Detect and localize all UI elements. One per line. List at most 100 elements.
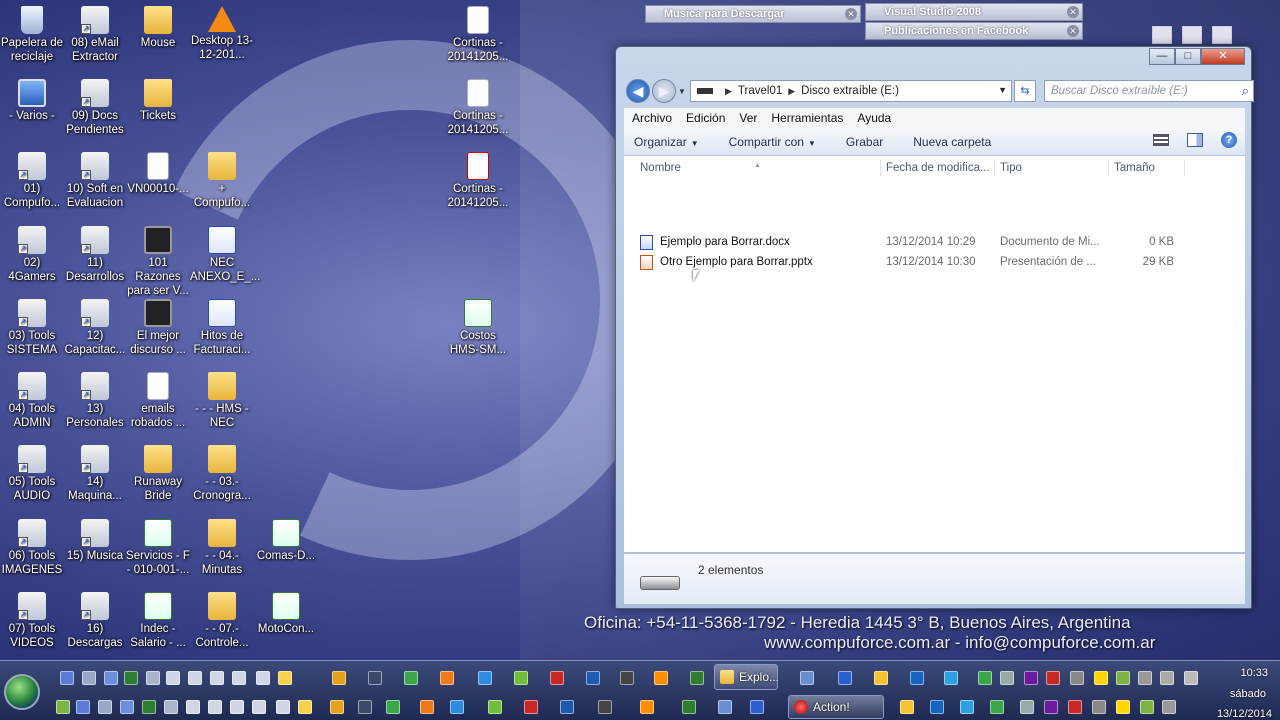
- close-button[interactable]: ✕: [1201, 48, 1245, 65]
- desktop-icon[interactable]: El mejor discurso ...: [126, 299, 190, 357]
- column-divider[interactable]: [1108, 160, 1109, 176]
- desktop-icon[interactable]: - - 03.- Cronogra...: [190, 445, 254, 503]
- pinned-app-icon[interactable]: [930, 700, 944, 714]
- pinned-app-icon[interactable]: [990, 700, 1004, 714]
- tray-app-icon[interactable]: [1094, 671, 1108, 685]
- pinned-app-icon[interactable]: [478, 671, 492, 685]
- pinned-app-icon[interactable]: [450, 700, 464, 714]
- pinned-app-icon[interactable]: [208, 700, 222, 714]
- menu-herramientas[interactable]: Herramientas: [771, 111, 843, 125]
- pinned-app-icon[interactable]: [76, 700, 90, 714]
- desktop-icon[interactable]: - Varios -: [0, 79, 64, 123]
- desktop-icon[interactable]: - - 07.- Controle...: [190, 592, 254, 650]
- pinned-app-icon[interactable]: [368, 671, 382, 685]
- minimize-button[interactable]: —: [1149, 48, 1175, 65]
- pinned-app-icon[interactable]: [560, 700, 574, 714]
- file-list[interactable]: ▲ Nombre Fecha de modifica... Tipo Tamañ…: [624, 156, 1245, 552]
- desktop-icon[interactable]: ↗ 15) Musica: [63, 519, 127, 563]
- view-options-icon[interactable]: [1153, 134, 1169, 146]
- pinned-app-icon[interactable]: [1140, 700, 1154, 714]
- pinned-app-icon[interactable]: [188, 671, 202, 685]
- help-icon[interactable]: ?: [1221, 132, 1237, 148]
- menu-ver[interactable]: Ver: [739, 111, 757, 125]
- forward-button[interactable]: ▶: [652, 79, 676, 103]
- pinned-app-icon[interactable]: [718, 700, 732, 714]
- tray-app-icon[interactable]: [944, 671, 958, 685]
- column-divider[interactable]: [994, 160, 995, 176]
- new-folder-button[interactable]: Nueva carpeta: [913, 135, 991, 149]
- tray-app-icon[interactable]: [1024, 671, 1038, 685]
- column-divider[interactable]: [880, 160, 881, 176]
- desktop-icon[interactable]: Tickets: [126, 79, 190, 123]
- desktop-icon[interactable]: ↗ 08) eMail Extractor: [63, 6, 127, 64]
- desktop-icon[interactable]: - - 04.- Minutas: [190, 519, 254, 577]
- desktop-icon[interactable]: Cortinas - 20141205...: [446, 6, 510, 64]
- desktop-icon[interactable]: ↗ 01) Compufo...: [0, 152, 64, 210]
- desktop-icon[interactable]: Indec - Salario - ...: [126, 592, 190, 650]
- tray-app-icon[interactable]: [1184, 671, 1198, 685]
- pinned-app-icon[interactable]: [640, 700, 654, 714]
- pinned-app-icon[interactable]: [1116, 700, 1130, 714]
- clock-time[interactable]: 10:33: [1240, 667, 1268, 679]
- pinned-app-icon[interactable]: [232, 671, 246, 685]
- tray-app-icon[interactable]: [978, 671, 992, 685]
- pinned-app-icon[interactable]: [142, 700, 156, 714]
- pinned-app-icon[interactable]: [420, 700, 434, 714]
- pinned-app-icon[interactable]: [256, 671, 270, 685]
- pinned-app-icon[interactable]: [1068, 700, 1082, 714]
- pinned-app-icon[interactable]: [1020, 700, 1034, 714]
- pinned-app-icon[interactable]: [276, 700, 290, 714]
- pinned-app-icon[interactable]: [278, 671, 292, 685]
- desktop-icon[interactable]: Desktop 13-12-201...: [190, 6, 254, 62]
- close-icon[interactable]: ✕: [845, 8, 857, 20]
- desktop-icon[interactable]: ↗ 02) 4Gamers: [0, 226, 64, 284]
- column-date[interactable]: Fecha de modifica...: [886, 162, 990, 174]
- desktop-icon[interactable]: ↗ 09) Docs Pendientes: [63, 79, 127, 137]
- pinned-app-icon[interactable]: [960, 700, 974, 714]
- tray-app-icon[interactable]: [838, 671, 852, 685]
- pinned-app-icon[interactable]: [514, 671, 528, 685]
- desktop-icon[interactable]: Costos HMS-SM...: [446, 299, 510, 357]
- desktop-icon[interactable]: NEC ANEXO_E_...: [190, 226, 260, 284]
- desktop-icon[interactable]: emails robados ...: [126, 372, 190, 430]
- tray-app-icon[interactable]: [800, 671, 814, 685]
- tray-app-icon[interactable]: [874, 671, 888, 685]
- desktop-icon[interactable]: ↗ 03) Tools SISTEMA: [0, 299, 64, 357]
- pinned-app-icon[interactable]: [682, 700, 696, 714]
- refresh-button[interactable]: ⇆: [1014, 80, 1036, 102]
- pinned-app-icon[interactable]: [120, 700, 134, 714]
- tray-app-icon[interactable]: [1070, 671, 1084, 685]
- pinned-app-icon[interactable]: [900, 700, 914, 714]
- desktop-icon[interactable]: MotoCon...: [254, 592, 318, 636]
- start-button[interactable]: [4, 674, 40, 710]
- tray-app-icon[interactable]: [1138, 671, 1152, 685]
- pinned-app-icon[interactable]: [164, 700, 178, 714]
- desktop-icon[interactable]: ↗ 06) Tools IMAGENES: [0, 519, 64, 577]
- taskbar-action-button[interactable]: Action!: [788, 695, 884, 719]
- tray-app-icon[interactable]: [910, 671, 924, 685]
- menu-ayuda[interactable]: Ayuda: [857, 111, 891, 125]
- close-icon[interactable]: ✕: [1067, 25, 1079, 37]
- browser-tab-visual-studio[interactable]: Visual Studio 2008 ✕: [865, 3, 1083, 21]
- pinned-app-icon[interactable]: [524, 700, 538, 714]
- pinned-app-icon[interactable]: [358, 700, 372, 714]
- file-row[interactable]: Ejemplo para Borrar.docx 13/12/2014 10:2…: [624, 233, 1245, 253]
- pinned-app-icon[interactable]: [598, 700, 612, 714]
- pinned-app-icon[interactable]: [230, 700, 244, 714]
- preview-pane-icon[interactable]: [1187, 133, 1203, 147]
- column-size[interactable]: Tamaño: [1114, 162, 1155, 174]
- menu-edicion[interactable]: Edición: [686, 111, 725, 125]
- desktop-icon[interactable]: ↗ 16) Descargas: [63, 592, 127, 650]
- menu-archivo[interactable]: Archivo: [632, 111, 672, 125]
- pinned-app-icon[interactable]: [60, 671, 74, 685]
- desktop-icon[interactable]: Cortinas - 20141205...: [446, 152, 510, 210]
- desktop-icon[interactable]: ↗ 11) Desarrollos: [63, 226, 127, 284]
- pinned-app-icon[interactable]: [690, 671, 704, 685]
- pinned-app-icon[interactable]: [146, 671, 160, 685]
- breadcrumb-drive[interactable]: Disco extraíble (E:): [801, 85, 899, 97]
- pinned-app-icon[interactable]: [440, 671, 454, 685]
- tray-app-icon[interactable]: [1160, 671, 1174, 685]
- column-name[interactable]: Nombre: [640, 162, 681, 174]
- pinned-app-icon[interactable]: [252, 700, 266, 714]
- desktop-icon[interactable]: ↗ 05) Tools AUDIO: [0, 445, 64, 503]
